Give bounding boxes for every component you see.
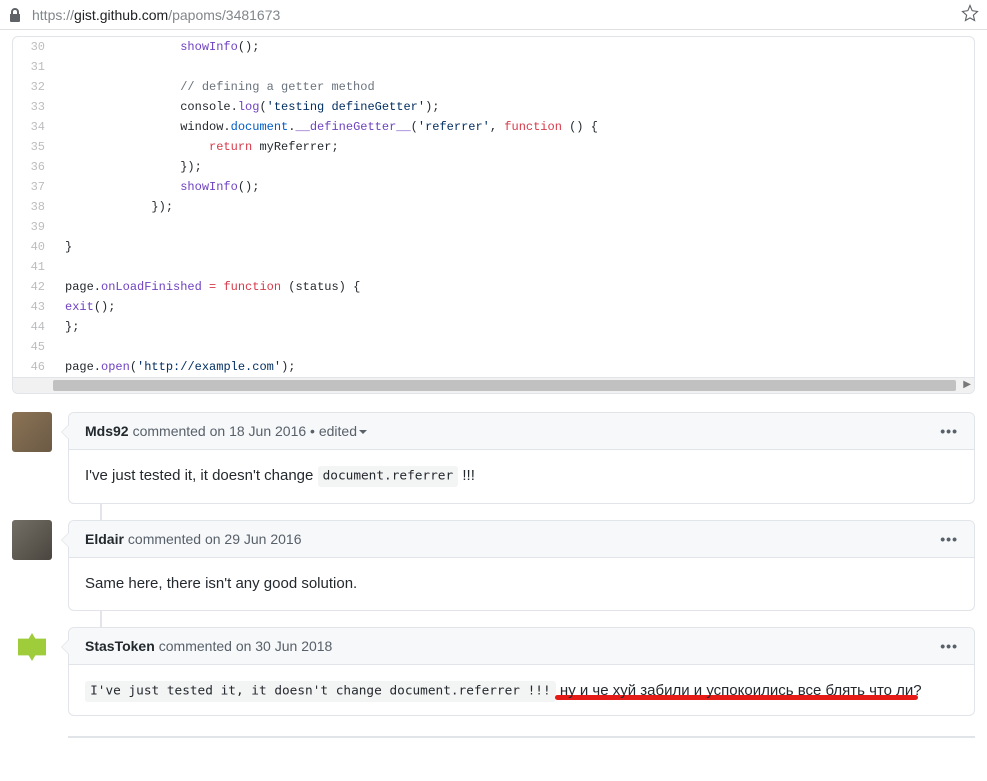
line-number[interactable]: 38 xyxy=(13,197,55,217)
chevron-down-icon[interactable] xyxy=(359,430,367,434)
code-line: 42page.onLoadFinished = function (status… xyxy=(13,277,974,297)
comment-author-link[interactable]: Mds92 xyxy=(85,423,129,439)
code-content: window.document.__defineGetter__('referr… xyxy=(55,117,974,137)
avatar[interactable] xyxy=(12,520,52,560)
inline-code: document.referrer xyxy=(318,466,459,486)
horizontal-scrollbar[interactable] xyxy=(13,377,974,393)
code-content: page.onLoadFinished = function (status) … xyxy=(55,277,974,297)
code-line: 45 xyxy=(13,337,974,357)
comment-text: !!! xyxy=(458,467,475,484)
code-line: 43exit(); xyxy=(13,297,974,317)
comments-section: Mds92 commented on 18 Jun 2016 • edited … xyxy=(12,412,975,716)
code-line: 46page.open('http://example.com'); xyxy=(13,357,974,377)
code-line: 30 showInfo(); xyxy=(13,37,974,57)
code-line: 41 xyxy=(13,257,974,277)
code-line: 32 // defining a getter method xyxy=(13,77,974,97)
code-content: showInfo(); xyxy=(55,37,974,57)
comment-box: Mds92 commented on 18 Jun 2016 • edited … xyxy=(68,412,975,504)
kebab-menu-icon[interactable]: ••• xyxy=(940,423,958,439)
code-content: return myReferrer; xyxy=(55,137,974,157)
kebab-menu-icon[interactable]: ••• xyxy=(940,531,958,547)
lock-icon xyxy=(8,6,22,24)
comment-header: StasToken commented on 30 Jun 2018 ••• xyxy=(69,628,974,665)
code-content xyxy=(55,337,974,357)
code-content: console.log('testing defineGetter'); xyxy=(55,97,974,117)
line-number[interactable]: 46 xyxy=(13,357,55,377)
code-line: 38 }); xyxy=(13,197,974,217)
line-number[interactable]: 40 xyxy=(13,237,55,257)
bookmark-star-icon[interactable] xyxy=(961,4,979,25)
comment-body: Same here, there isn't any good solution… xyxy=(69,558,974,611)
comment-row: StasToken commented on 30 Jun 2018 ••• I… xyxy=(12,627,975,716)
line-number[interactable]: 44 xyxy=(13,317,55,337)
comment-body: I've just tested it, it doesn't change d… xyxy=(69,665,974,715)
code-content: }; xyxy=(55,317,974,337)
code-content xyxy=(55,217,974,237)
comment-meta: commented on 30 Jun 2018 xyxy=(159,638,333,654)
code-content: }); xyxy=(55,197,974,217)
browser-url-bar: https://gist.github.com/papoms/3481673 xyxy=(0,0,987,30)
comment-row: Mds92 commented on 18 Jun 2016 • edited … xyxy=(12,412,975,504)
comment-header: Eldair commented on 29 Jun 2016 ••• xyxy=(69,521,974,558)
inline-code: I've just tested it, it doesn't change d… xyxy=(85,681,556,701)
code-content: showInfo(); xyxy=(55,177,974,197)
code-content: } xyxy=(55,237,974,257)
timeline-connector xyxy=(68,611,975,627)
code-content: // defining a getter method xyxy=(55,77,974,97)
line-number[interactable]: 39 xyxy=(13,217,55,237)
line-number[interactable]: 43 xyxy=(13,297,55,317)
comment-author-link[interactable]: Eldair xyxy=(85,531,124,547)
line-number[interactable]: 32 xyxy=(13,77,55,97)
code-content xyxy=(55,257,974,277)
code-line: 31 xyxy=(13,57,974,77)
comment-box: StasToken commented on 30 Jun 2018 ••• I… xyxy=(68,627,975,716)
code-table: 30 showInfo();3132 // defining a getter … xyxy=(13,37,974,377)
line-number[interactable]: 42 xyxy=(13,277,55,297)
line-number[interactable]: 30 xyxy=(13,37,55,57)
comment-text: I've just tested it, it doesn't change xyxy=(85,467,318,484)
code-line: 33 console.log('testing defineGetter'); xyxy=(13,97,974,117)
code-line: 40} xyxy=(13,237,974,257)
comment-meta: commented on 18 Jun 2016 • edited xyxy=(133,423,367,439)
avatar[interactable] xyxy=(12,627,52,667)
code-content: exit(); xyxy=(55,297,974,317)
line-number[interactable]: 45 xyxy=(13,337,55,357)
line-number[interactable]: 31 xyxy=(13,57,55,77)
line-number[interactable]: 41 xyxy=(13,257,55,277)
code-file-block: 30 showInfo();3132 // defining a getter … xyxy=(12,36,975,394)
code-line: 34 window.document.__defineGetter__('ref… xyxy=(13,117,974,137)
code-line: 37 showInfo(); xyxy=(13,177,974,197)
comment-author-link[interactable]: StasToken xyxy=(85,638,155,654)
code-content xyxy=(55,57,974,77)
comment-box: Eldair commented on 29 Jun 2016 ••• Same… xyxy=(68,520,975,612)
comment-header: Mds92 commented on 18 Jun 2016 • edited … xyxy=(69,413,974,450)
url-text[interactable]: https://gist.github.com/papoms/3481673 xyxy=(32,7,961,23)
comment-text: Same here, there isn't any good solution… xyxy=(85,575,357,592)
line-number[interactable]: 37 xyxy=(13,177,55,197)
comment-meta: commented on 29 Jun 2016 xyxy=(128,531,302,547)
line-number[interactable]: 34 xyxy=(13,117,55,137)
horizontal-rule xyxy=(68,736,975,738)
code-line: 39 xyxy=(13,217,974,237)
code-line: 36 }); xyxy=(13,157,974,177)
line-number[interactable]: 36 xyxy=(13,157,55,177)
comment-text: ну и че хуй забили и успокоились все бля… xyxy=(556,682,922,699)
code-line: 44}; xyxy=(13,317,974,337)
comment-row: Eldair commented on 29 Jun 2016 ••• Same… xyxy=(12,520,975,612)
code-content: }); xyxy=(55,157,974,177)
code-content: page.open('http://example.com'); xyxy=(55,357,974,377)
code-line: 35 return myReferrer; xyxy=(13,137,974,157)
timeline-connector xyxy=(68,504,975,520)
avatar[interactable] xyxy=(12,412,52,452)
line-number[interactable]: 35 xyxy=(13,137,55,157)
comment-body: I've just tested it, it doesn't change d… xyxy=(69,450,974,503)
line-number[interactable]: 33 xyxy=(13,97,55,117)
kebab-menu-icon[interactable]: ••• xyxy=(940,638,958,654)
